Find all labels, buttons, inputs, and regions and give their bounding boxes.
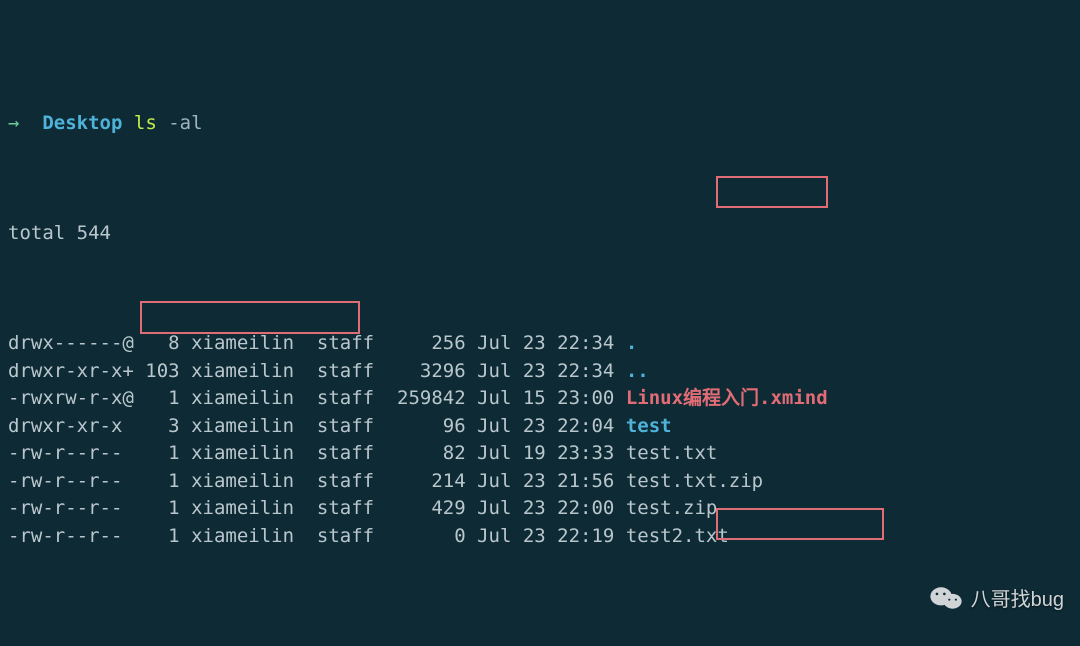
user: xiameilin <box>191 332 305 354</box>
size: 429 <box>386 497 466 519</box>
date: Jul 23 21:56 <box>477 470 614 492</box>
user: xiameilin <box>191 360 305 382</box>
user: xiameilin <box>191 470 305 492</box>
ls-output-1: drwx------@ 8 xiameilin staff 256 Jul 23… <box>8 330 1072 550</box>
watermark: 八哥找bug <box>929 583 1064 612</box>
size: 214 <box>386 470 466 492</box>
group: staff <box>317 497 374 519</box>
links: 1 <box>134 525 180 547</box>
filename: test.txt <box>626 442 718 464</box>
user: xiameilin <box>191 497 305 519</box>
perm: -rw-r--r-- <box>8 497 134 519</box>
links: 1 <box>134 387 180 409</box>
ls-row: drwx------@ 8 xiameilin staff 256 Jul 23… <box>8 330 1072 358</box>
wechat-icon <box>929 584 963 612</box>
total-line: total 544 <box>8 220 1072 248</box>
group: staff <box>317 470 374 492</box>
filename: Linux编程入门.xmind <box>626 387 828 409</box>
watermark-text: 八哥找bug <box>971 583 1064 612</box>
size: 3296 <box>386 360 466 382</box>
group: staff <box>317 415 374 437</box>
user: xiameilin <box>191 415 305 437</box>
date: Jul 23 22:19 <box>477 525 614 547</box>
ls-row: drwxr-xr-x+ 103 xiameilin staff 3296 Jul… <box>8 358 1072 386</box>
date: Jul 19 23:33 <box>477 442 614 464</box>
date: Jul 23 22:04 <box>477 415 614 437</box>
prompt-line[interactable]: → Desktop ls -al <box>8 110 1072 138</box>
date: Jul 23 22:34 <box>477 332 614 354</box>
ls-row: -rw-r--r-- 1 xiameilin staff 429 Jul 23 … <box>8 495 1072 523</box>
prompt-arrow-icon: → <box>8 112 19 134</box>
filename: test.txt.zip <box>626 470 763 492</box>
ls-row: -rw-r--r-- 1 xiameilin staff 82 Jul 19 2… <box>8 440 1072 468</box>
links: 3 <box>134 415 180 437</box>
date: Jul 15 23:00 <box>477 387 614 409</box>
date: Jul 23 22:00 <box>477 497 614 519</box>
group: staff <box>317 525 374 547</box>
size: 82 <box>386 442 466 464</box>
user: xiameilin <box>191 525 305 547</box>
perm: drwxr-xr-x+ <box>8 360 134 382</box>
perm: -rw-r--r-- <box>8 525 134 547</box>
filename: . <box>626 332 637 354</box>
user: xiameilin <box>191 387 305 409</box>
links: 103 <box>134 360 180 382</box>
perm: drwxr-xr-x <box>8 415 134 437</box>
links: 1 <box>134 442 180 464</box>
perm: -rwxrw-r-x@ <box>8 387 134 409</box>
links: 8 <box>134 332 180 354</box>
command-ls: ls <box>134 112 157 134</box>
perm: drwx------@ <box>8 332 134 354</box>
links: 1 <box>134 470 180 492</box>
perm: -rw-r--r-- <box>8 442 134 464</box>
date: Jul 23 22:34 <box>477 360 614 382</box>
ls-row: -rwxrw-r-x@ 1 xiameilin staff 259842 Jul… <box>8 385 1072 413</box>
ls-row: drwxr-xr-x 3 xiameilin staff 96 Jul 23 2… <box>8 413 1072 441</box>
filename: test2.txt <box>626 525 729 547</box>
group: staff <box>317 360 374 382</box>
size: 256 <box>386 332 466 354</box>
group: staff <box>317 332 374 354</box>
prompt-cwd: Desktop <box>42 112 122 134</box>
ls-row: -rw-r--r-- 1 xiameilin staff 0 Jul 23 22… <box>8 523 1072 551</box>
size: 96 <box>386 415 466 437</box>
size: 0 <box>386 525 466 547</box>
filename: test.zip <box>626 497 718 519</box>
user: xiameilin <box>191 442 305 464</box>
command-ls-flag: -al <box>168 112 202 134</box>
terminal[interactable]: → Desktop ls -al total 544 drwx------@ 8… <box>0 0 1080 646</box>
links: 1 <box>134 497 180 519</box>
filename: .. <box>626 360 649 382</box>
ls-row: -rw-r--r-- 1 xiameilin staff 214 Jul 23 … <box>8 468 1072 496</box>
filename: test <box>626 415 672 437</box>
perm: -rw-r--r-- <box>8 470 134 492</box>
size: 259842 <box>386 387 466 409</box>
group: staff <box>317 387 374 409</box>
group: staff <box>317 442 374 464</box>
